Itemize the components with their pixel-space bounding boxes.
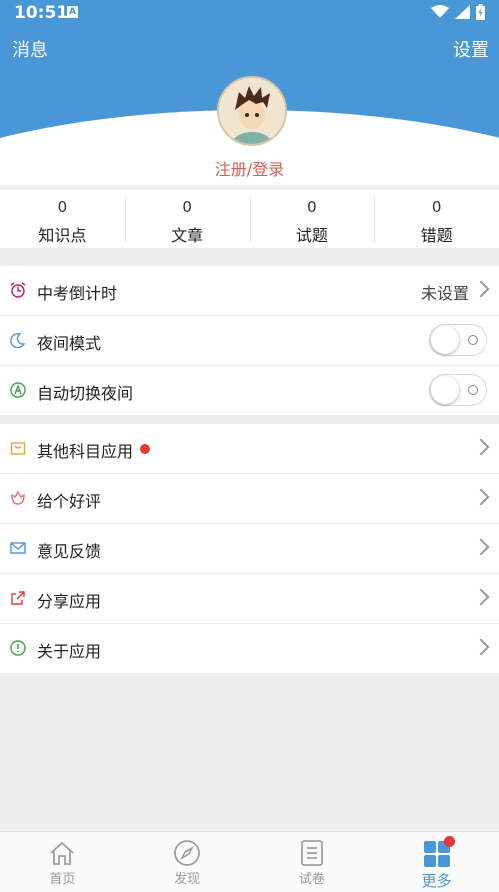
about-label: 关于应用 <box>37 642 102 661</box>
countdown-value: 未设置 <box>420 284 469 303</box>
signal-icon <box>455 5 470 19</box>
share-icon <box>11 591 25 605</box>
auto-night-row: 自动切换夜间 <box>0 366 499 415</box>
status-time: 10:51 <box>14 3 69 23</box>
battery-icon <box>476 4 485 20</box>
settings-button[interactable]: 设置 <box>453 36 489 62</box>
stat-articles-count: 0 <box>182 198 192 216</box>
chevron-right-icon <box>472 280 490 298</box>
new-badge <box>140 444 150 454</box>
tab-papers-label: 试卷 <box>298 872 325 887</box>
stat-mistakes-count: 0 <box>431 198 442 216</box>
auto-night-label: 自动切换夜间 <box>37 384 134 403</box>
night-mode-toggle[interactable] <box>429 324 487 356</box>
chevron-right-icon <box>472 638 490 656</box>
status-bar: 10:51 A <box>0 0 499 26</box>
wifi-icon <box>431 5 449 18</box>
tab-discover-label: 发现 <box>174 872 201 887</box>
tab-more-label: 更多 <box>421 872 452 890</box>
tab-discover[interactable]: 发现 <box>125 832 250 892</box>
chevron-right-icon <box>472 588 490 606</box>
night-mode-row: 夜间模式 <box>0 316 499 366</box>
messages-button[interactable]: 消息 <box>12 36 48 62</box>
auto-night-toggle[interactable] <box>429 374 487 406</box>
document-icon <box>300 840 323 866</box>
toggle-off-icon <box>468 335 478 345</box>
stat-mistakes[interactable]: 0 错题 <box>374 190 499 248</box>
about-row[interactable]: 关于应用 <box>0 624 499 673</box>
top-bar: 消息 设置 <box>0 36 499 62</box>
stat-articles[interactable]: 0 文章 <box>124 190 250 248</box>
rate-row[interactable]: 给个好评 <box>0 474 499 524</box>
more-badge <box>444 836 456 847</box>
home-icon <box>50 841 74 865</box>
countdown-row[interactable]: 中考倒计时 未设置 <box>0 266 499 316</box>
share-row[interactable]: 分享应用 <box>0 574 499 624</box>
info-icon <box>10 640 26 656</box>
mail-icon <box>10 542 26 554</box>
chevron-right-icon <box>472 538 490 556</box>
tab-home[interactable]: 首页 <box>0 832 125 892</box>
compass-icon <box>174 840 201 866</box>
flower-icon <box>11 490 25 505</box>
stat-articles-label: 文章 <box>171 226 204 245</box>
stat-knowledge-label: 知识点 <box>38 226 87 245</box>
notification-a-icon: A <box>67 6 78 18</box>
night-mode-label: 夜间模式 <box>37 334 102 353</box>
other-apps-label: 其他科目应用 <box>37 442 134 461</box>
feedback-label: 意见反馈 <box>37 542 102 561</box>
bag-icon <box>10 442 26 455</box>
moon-icon <box>10 332 26 348</box>
stat-questions[interactable]: 0 试题 <box>249 190 375 248</box>
stat-mistakes-label: 错题 <box>420 226 453 245</box>
stat-questions-label: 试题 <box>295 226 328 245</box>
chevron-right-icon <box>472 488 490 506</box>
stats-panel: 0 知识点 0 文章 0 试题 0 错题 <box>0 190 499 248</box>
toggle-knob <box>431 376 459 404</box>
settings-section: 中考倒计时 未设置 夜间模式 自动切换夜间 <box>0 266 499 415</box>
stat-questions-count: 0 <box>307 198 317 216</box>
tab-papers[interactable]: 试卷 <box>250 832 375 892</box>
auto-a-icon <box>10 382 26 398</box>
feedback-row[interactable]: 意见反馈 <box>0 524 499 574</box>
tab-more[interactable]: 更多 <box>374 832 499 892</box>
stat-knowledge-count: 0 <box>57 198 68 216</box>
login-link[interactable]: 注册/登录 <box>0 156 499 180</box>
stat-knowledge[interactable]: 0 知识点 <box>0 190 125 248</box>
share-label: 分享应用 <box>37 592 102 611</box>
countdown-label: 中考倒计时 <box>37 284 118 303</box>
app-section: 其他科目应用 给个好评 意见反馈 分享应用 关于应用 <box>0 424 499 673</box>
status-icons <box>431 4 485 20</box>
toggle-off-icon <box>468 385 478 395</box>
bottom-tab-bar: 首页 发现 试卷 更多 <box>0 831 499 892</box>
alarm-clock-icon <box>10 282 26 298</box>
other-apps-row[interactable]: 其他科目应用 <box>0 424 499 474</box>
toggle-knob <box>431 326 459 354</box>
avatar[interactable] <box>217 76 287 146</box>
tab-home-label: 首页 <box>49 872 76 887</box>
chevron-right-icon <box>472 438 490 456</box>
rate-label: 给个好评 <box>37 492 102 511</box>
avatar-image-icon <box>232 86 272 144</box>
